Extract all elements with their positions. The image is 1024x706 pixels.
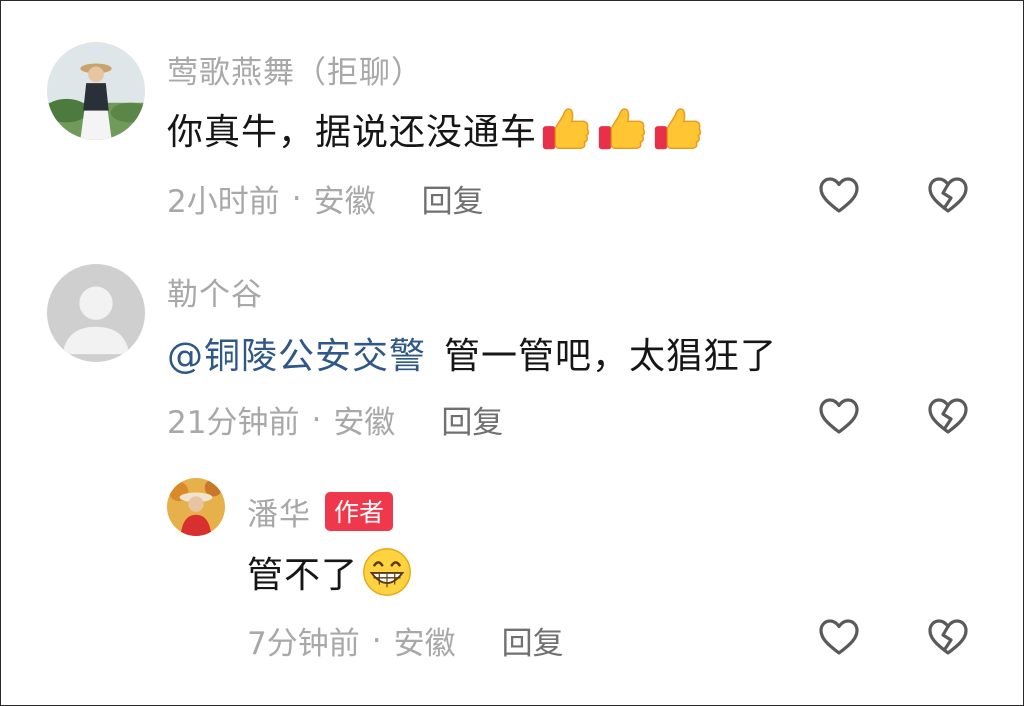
reply-button[interactable]: 回复 [502, 618, 564, 663]
heart-outline-icon [819, 619, 859, 655]
thumbs-up-emoji-icon [651, 102, 705, 156]
separator: · [371, 622, 382, 659]
timestamp: 21分钟前 [167, 405, 300, 441]
separator: · [311, 401, 322, 438]
author-name-row: 潘华 作者 [247, 489, 394, 534]
broken-heart-outline-icon [928, 177, 968, 213]
avatar[interactable] [167, 478, 225, 536]
author-name[interactable]: 潘华 [247, 497, 311, 533]
heart-outline-icon [819, 398, 859, 434]
dislike-button[interactable] [926, 616, 970, 660]
default-avatar-icon [47, 264, 145, 362]
reply-button[interactable]: 回复 [422, 176, 484, 221]
author-badge: 作者 [325, 492, 394, 531]
author-name[interactable]: 莺歌燕舞（拒聊） [167, 47, 423, 92]
grinning-face-emoji-icon [360, 545, 414, 599]
location: 安徽 [313, 184, 376, 220]
mention-link[interactable]: @铜陵公安交警 [167, 327, 426, 379]
location: 安徽 [333, 405, 396, 441]
comment-meta: 21分钟前 · 安徽 回复 [167, 397, 503, 442]
avatar[interactable] [47, 264, 145, 362]
thumbs-up-emoji-icon [539, 102, 593, 156]
like-button[interactable] [817, 616, 861, 660]
broken-heart-outline-icon [928, 619, 968, 655]
comment-meta: 2小时前 · 安徽 回复 [167, 176, 484, 221]
comment-text: 你真牛，据说还没通车 [167, 112, 538, 153]
author-name[interactable]: 勒个谷 [167, 269, 263, 314]
thumbs-up-emoji-icon [595, 102, 649, 156]
comment-text-row: 你真牛，据说还没通车 [167, 101, 705, 157]
comment-text-row: 管不了 [247, 544, 414, 600]
comment-meta: 7分钟前 · 安徽 回复 [247, 618, 564, 663]
avatar-photo-icon [167, 478, 225, 536]
comment-text: 管一管吧，太猖狂了 [444, 336, 778, 377]
comment-text-row: @铜陵公安交警 管一管吧，太猖狂了 [167, 327, 777, 379]
broken-heart-outline-icon [928, 398, 968, 434]
like-button[interactable] [817, 395, 861, 439]
timestamp: 7分钟前 [247, 626, 360, 662]
comment-thread: 莺歌燕舞（拒聊） 你真牛，据说还没通车 2小时前 · 安徽 回复 勒个谷 @铜陵… [0, 0, 1024, 706]
separator: · [291, 180, 302, 217]
reply-button[interactable]: 回复 [441, 397, 503, 442]
comment-text: 管不了 [247, 555, 359, 596]
dislike-button[interactable] [926, 174, 970, 218]
dislike-button[interactable] [926, 395, 970, 439]
location: 安徽 [393, 626, 456, 662]
avatar[interactable] [47, 42, 145, 140]
avatar-photo-icon [47, 42, 145, 140]
like-button[interactable] [817, 174, 861, 218]
heart-outline-icon [819, 177, 859, 213]
timestamp: 2小时前 [167, 184, 280, 220]
